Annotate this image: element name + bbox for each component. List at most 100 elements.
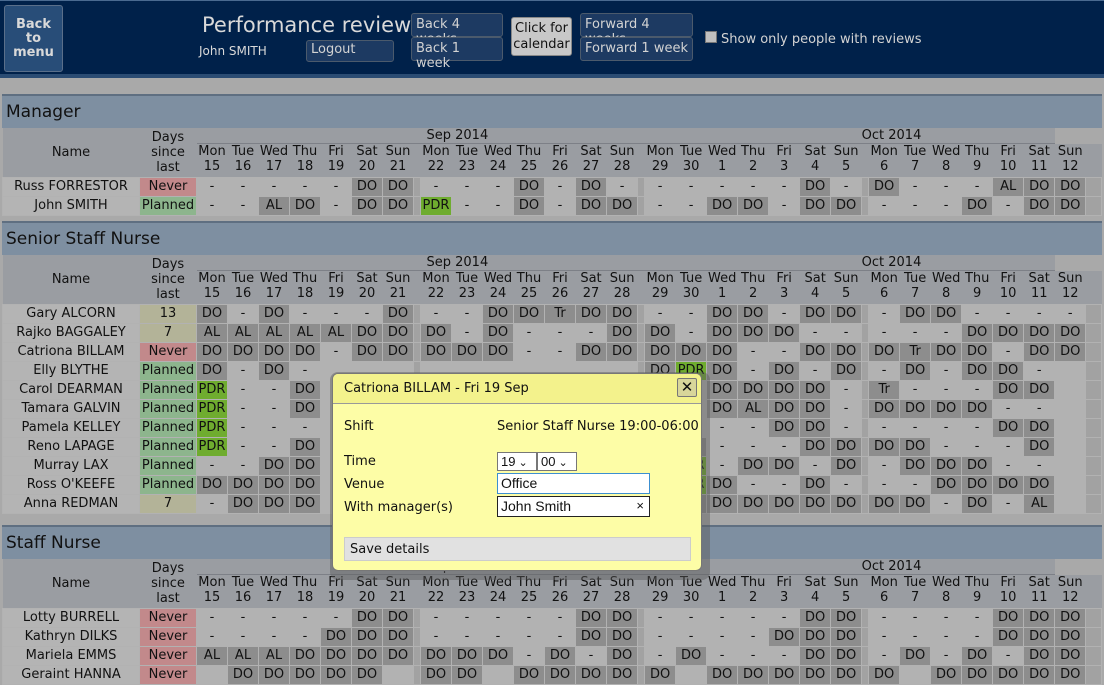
shift-cell[interactable]: DO [961,342,994,362]
shift-cell[interactable]: DO [706,475,739,495]
shift-cell[interactable]: - [196,494,228,514]
shift-cell[interactable]: DO [289,196,321,216]
shift-cell[interactable] [1054,399,1087,419]
shift-cell[interactable]: - [320,177,352,197]
shift-cell[interactable]: - [451,627,483,647]
shift-cell[interactable]: DO [575,665,607,685]
shift-cell[interactable]: - [930,608,963,628]
shift-cell[interactable]: DO [1054,177,1087,197]
shift-cell[interactable]: - [675,196,708,216]
shift-cell[interactable]: - [420,627,452,647]
staff-name[interactable]: Ross O'KEEFE [2,475,140,495]
shift-cell[interactable]: - [1023,456,1056,476]
clear-icon[interactable]: × [636,498,644,513]
shift-cell[interactable]: DO [992,627,1025,647]
staff-name[interactable]: Carol DEARMAN [2,380,140,400]
shift-cell[interactable]: DO [799,627,832,647]
shift-cell[interactable]: AL [320,323,352,343]
shift-cell[interactable] [675,665,708,685]
shift-cell[interactable]: DO [799,475,832,495]
shift-cell[interactable]: - [320,304,352,324]
staff-name[interactable]: Mariela EMMS [2,646,140,666]
shift-cell[interactable]: DO [830,361,863,381]
shift-cell[interactable]: DO [992,323,1025,343]
shift-cell[interactable]: - [768,304,801,324]
shift-cell[interactable]: - [1023,304,1056,324]
shift-cell[interactable]: DO [258,361,290,381]
shift-cell[interactable]: - [258,418,290,438]
shift-cell[interactable]: - [227,304,259,324]
shift-cell[interactable]: - [737,361,770,381]
shift-cell[interactable]: DO [605,608,639,628]
shift-cell[interactable]: DO [768,399,801,419]
staff-name[interactable]: Lotty BURRELL [2,608,140,628]
manager-input[interactable]: John Smith × [497,496,650,517]
shift-cell[interactable]: - [420,304,452,324]
forward-4-weeks-button[interactable]: Forward 4 weeks [580,13,693,47]
shift-cell[interactable]: DO [382,196,414,216]
logout-button[interactable]: Logout [306,40,394,62]
shift-cell[interactable]: DO [768,323,801,343]
shift-cell[interactable]: DO [382,608,414,628]
shift-cell[interactable]: - [644,177,677,197]
shift-cell[interactable]: DO [799,665,832,685]
shift-cell[interactable]: - [513,646,545,666]
shift-cell[interactable]: - [961,418,994,438]
shift-cell[interactable]: - [482,196,514,216]
shift-cell[interactable]: - [706,646,739,666]
shift-cell[interactable]: - [768,177,801,197]
shift-cell[interactable]: DO [1023,665,1056,685]
staff-name[interactable]: Russ FORRESTOR [2,177,140,197]
shift-cell[interactable]: DO [799,342,832,362]
shift-cell[interactable]: DO [320,646,352,666]
shift-cell[interactable]: DO [961,399,994,419]
shift-cell[interactable]: DO [899,646,932,666]
shift-cell[interactable]: DO [605,304,639,324]
shift-cell[interactable]: DO [868,494,901,514]
shift-cell[interactable]: DO [351,196,383,216]
shift-cell[interactable]: - [258,399,290,419]
shift-cell[interactable]: DO [575,196,607,216]
shift-cell[interactable]: - [289,304,321,324]
shift-cell[interactable]: DO [196,361,228,381]
shift-cell[interactable]: DO [930,456,963,476]
shift-cell[interactable]: - [899,418,932,438]
shift-cell[interactable]: - [227,456,259,476]
shift-cell[interactable]: - [420,177,452,197]
shift-cell[interactable]: - [868,196,901,216]
time-minute-select[interactable]: 00 ⌄ [537,452,577,471]
shift-cell[interactable] [196,665,228,685]
shift-cell[interactable]: DO [289,456,321,476]
shift-cell[interactable]: - [227,177,259,197]
shift-cell[interactable]: DO [605,342,639,362]
shift-cell[interactable]: DO [605,627,639,647]
shift-cell[interactable]: AL [289,323,321,343]
shift-cell[interactable]: - [830,323,863,343]
shift-cell[interactable]: DO [799,608,832,628]
shift-cell[interactable]: DO [868,342,901,362]
shift-cell[interactable]: - [289,361,321,381]
shift-cell[interactable]: DO [513,177,545,197]
shift-cell[interactable]: DO [482,323,514,343]
shift-cell[interactable]: DO [258,665,290,685]
staff-name[interactable]: Kathryn DILKS [2,627,140,647]
shift-cell[interactable]: DO [706,361,739,381]
shift-cell[interactable] [1054,361,1087,381]
shift-cell[interactable]: DO [930,475,963,495]
shift-cell[interactable]: - [706,627,739,647]
shift-cell[interactable]: DO [961,323,994,343]
shift-cell[interactable]: DO [706,399,739,419]
staff-name[interactable]: John SMITH [2,196,140,216]
shift-cell[interactable]: DO [768,418,801,438]
shift-cell[interactable]: DO [830,646,863,666]
staff-name[interactable]: Gary ALCORN [2,304,140,324]
shift-cell[interactable]: - [451,177,483,197]
shift-cell[interactable]: - [930,646,963,666]
shift-cell[interactable]: DO [1054,665,1087,685]
shift-cell[interactable]: DO [899,399,932,419]
shift-cell[interactable]: DO [289,342,321,362]
shift-cell[interactable]: - [830,177,863,197]
shift-cell[interactable]: DO [737,304,770,324]
shift-cell[interactable]: DO [961,475,994,495]
shift-cell[interactable]: - [258,608,290,628]
